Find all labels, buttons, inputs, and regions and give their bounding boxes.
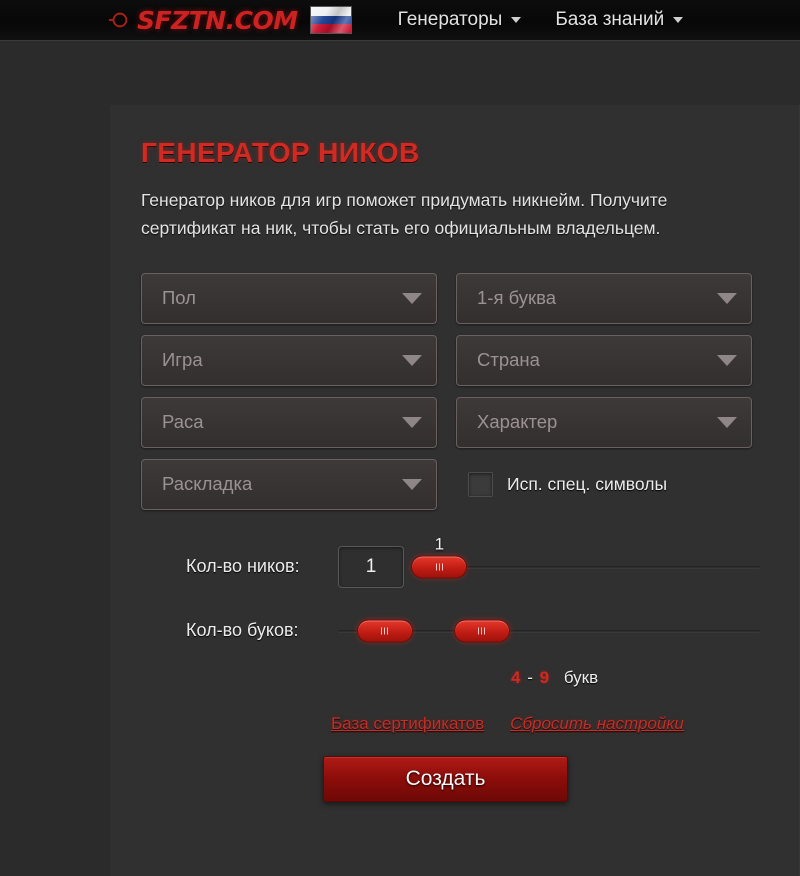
select-gender[interactable]: Пол — [141, 272, 437, 324]
special-chars-checkbox-row: Исп. спец. символы — [456, 459, 752, 510]
generator-form: ГЕНЕРАТОР НИКОВ Генератор ников для игр … — [141, 137, 761, 802]
slider-section: Кол-во ников: 1 Кол-во буков: — [141, 534, 761, 654]
letter-count-row: Кол-во буков: — [141, 608, 761, 654]
letter-count-slider-handle-max[interactable] — [453, 619, 510, 643]
grip-line — [381, 627, 383, 635]
letter-count-slider-handle-min[interactable] — [356, 619, 413, 643]
select-layout-label: Раскладка — [162, 473, 253, 495]
select-gender-label: Пол — [162, 287, 196, 309]
grip-line — [384, 627, 386, 635]
grip-line — [435, 563, 437, 571]
russian-flag-icon — [309, 6, 352, 34]
flag-gloss — [310, 7, 351, 33]
select-first-letter[interactable]: 1-я буква — [456, 272, 752, 324]
select-grid: Пол 1-я буква Игра Страна Раса Характер — [141, 272, 761, 510]
grip-line — [484, 627, 486, 635]
chevron-down-icon — [673, 17, 684, 23]
letter-range-min: 4 — [511, 667, 521, 687]
nick-count-slider-value: 1 — [434, 534, 445, 554]
letter-range-word: букв — [563, 667, 599, 687]
nick-count-label: Кол-во ников: — [186, 556, 300, 577]
nick-count-slider-handle[interactable]: 1 — [411, 534, 468, 579]
letter-count-label: Кол-во буков: — [186, 620, 299, 641]
letter-range-caption: 4 - 9 букв — [511, 668, 761, 688]
grip-line — [387, 627, 389, 635]
select-nature[interactable]: Характер — [456, 396, 752, 448]
brand-logo-link[interactable]: SFZTN.COM — [108, 8, 298, 33]
triangle-down-icon — [402, 478, 422, 490]
triangle-down-icon — [402, 292, 422, 304]
nick-count-input[interactable] — [338, 545, 404, 588]
grip-line — [481, 627, 483, 635]
triangle-down-icon — [717, 354, 737, 366]
nav-item-generators-label: Генераторы — [397, 9, 503, 30]
select-game-label: Игра — [162, 349, 203, 371]
grip-line — [438, 563, 440, 571]
brand-name: SFZTN.COM — [137, 5, 298, 35]
site-header: SFZTN.COM Генераторы База знаний — [0, 0, 800, 41]
page-description: Генератор ников для игр поможет придумат… — [141, 190, 668, 239]
crosshair-icon — [108, 12, 128, 28]
triangle-down-icon — [717, 292, 737, 304]
nav-item-generators[interactable]: Генераторы — [398, 9, 522, 31]
select-game[interactable]: Игра — [141, 334, 437, 386]
form-links: База сертификатов Сбросить настройки — [331, 714, 761, 734]
select-country[interactable]: Страна — [456, 334, 752, 386]
select-first-letter-label: 1-я буква — [477, 287, 557, 309]
select-race-label: Раса — [162, 411, 204, 433]
letter-range-dash: - — [527, 667, 533, 687]
grip-line — [441, 563, 443, 571]
triangle-down-icon — [402, 354, 422, 366]
page-title: ГЕНЕРАТОР НИКОВ — [141, 137, 420, 168]
select-layout[interactable]: Раскладка — [141, 458, 437, 510]
nick-count-row: Кол-во ников: 1 — [141, 534, 761, 590]
page-body: ГЕНЕРАТОР НИКОВ Генератор ников для игр … — [0, 41, 800, 876]
special-chars-checkbox[interactable] — [468, 471, 493, 497]
reset-settings-link[interactable]: Сбросить настройки — [510, 714, 684, 734]
special-chars-checkbox-label[interactable]: Исп. спец. символы — [507, 474, 667, 495]
grip-line — [478, 627, 480, 635]
nav-item-knowledge-base-label: База знаний — [555, 9, 665, 30]
select-nature-label: Характер — [477, 411, 558, 433]
create-button[interactable]: Создать — [323, 755, 568, 802]
certificates-database-link[interactable]: База сертификатов — [331, 714, 484, 734]
triangle-down-icon — [717, 416, 737, 428]
nav-item-knowledge-base[interactable]: База знаний — [555, 9, 684, 31]
main-navigation: Генераторы База знаний — [398, 9, 684, 31]
select-race[interactable]: Раса — [141, 396, 437, 448]
nick-count-slider-track[interactable]: 1 — [411, 534, 761, 588]
create-button-wrap: Создать — [323, 755, 761, 802]
letter-count-slider-track[interactable] — [338, 610, 761, 652]
triangle-down-icon — [402, 416, 422, 428]
letter-range-max: 9 — [539, 667, 550, 687]
chevron-down-icon — [511, 17, 522, 23]
select-country-label: Страна — [477, 349, 540, 371]
